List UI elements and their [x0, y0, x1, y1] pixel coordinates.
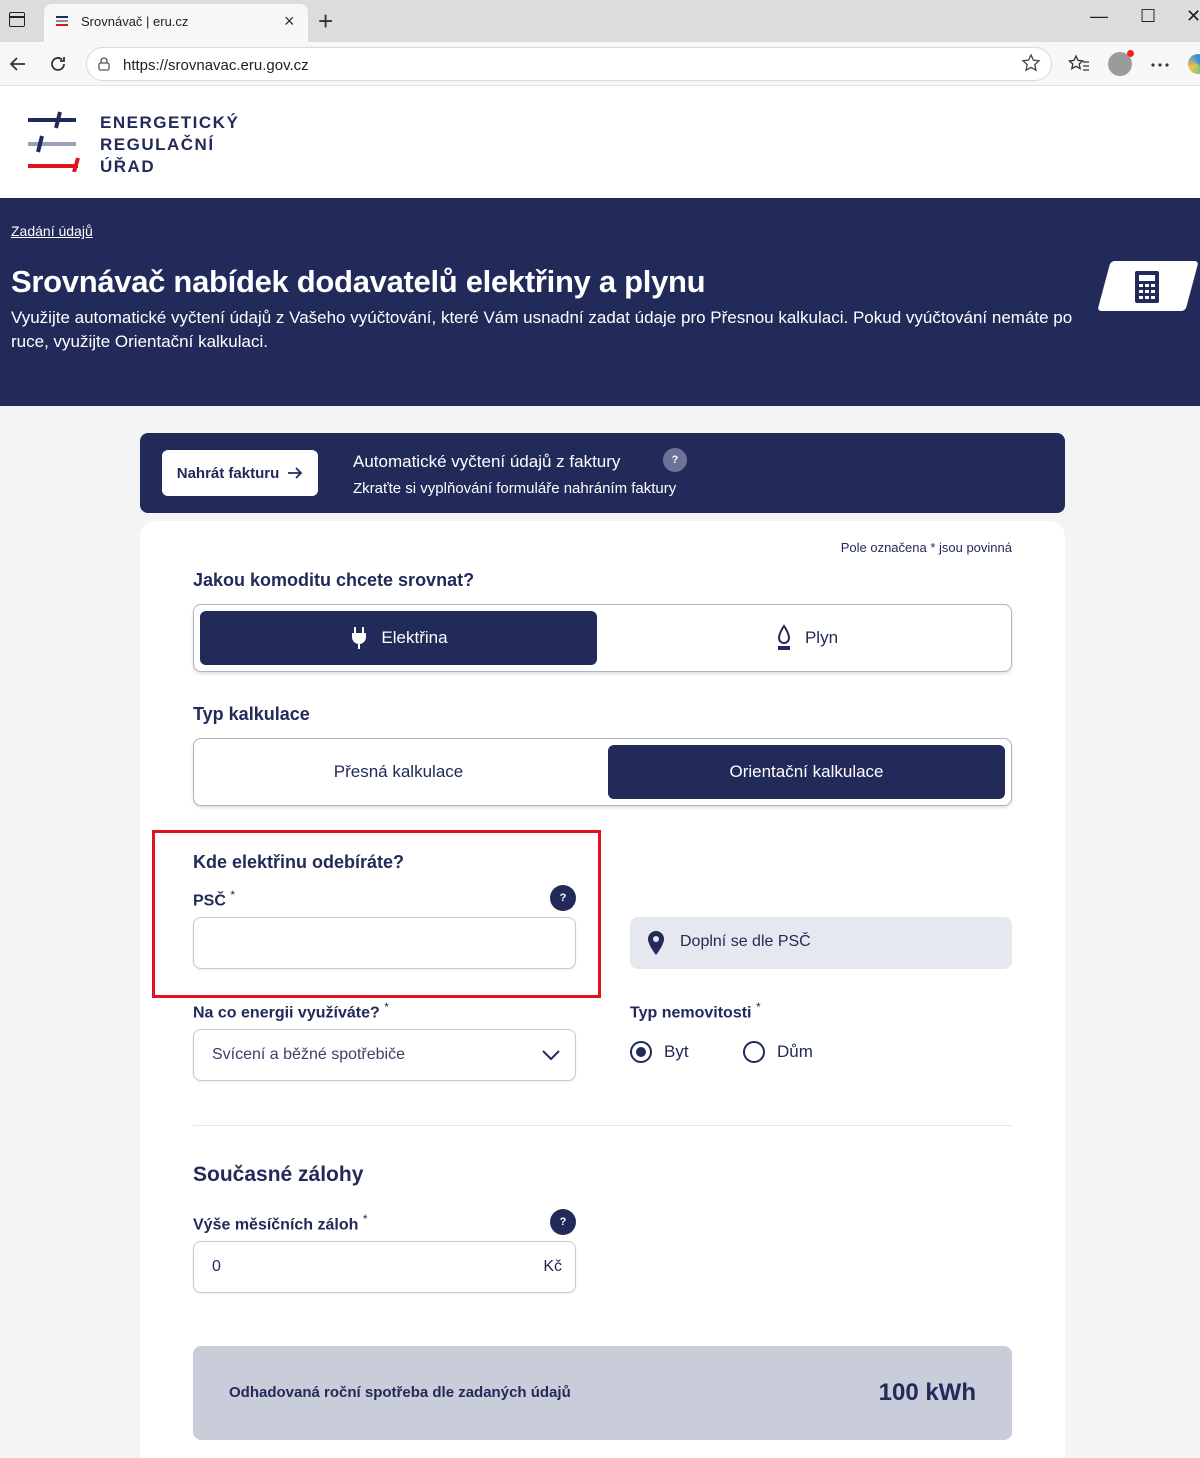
- url-field[interactable]: https://srovnavac.eru.gov.cz: [86, 47, 1052, 81]
- psc-input[interactable]: [193, 917, 576, 969]
- calculator-icon: [1135, 271, 1159, 303]
- psc-label-text: PSČ: [193, 892, 226, 910]
- usage-select[interactable]: Svícení a běžné spotřebiče: [193, 1029, 576, 1081]
- upload-invoice-button[interactable]: Nahrát fakturu: [162, 450, 318, 496]
- location-pin-icon: [648, 931, 664, 955]
- radio-unselected-icon[interactable]: [743, 1041, 765, 1063]
- property-radio-dum[interactable]: Dům: [743, 1041, 813, 1063]
- currency-unit: Kč: [543, 1258, 562, 1275]
- plug-icon: [352, 627, 367, 649]
- address-autofill-field: Doplní se dle PSČ: [630, 917, 1012, 969]
- commodity-option-elektrina[interactable]: Elektřina: [200, 611, 597, 665]
- usage-label: Na co energii využíváte? *: [193, 1000, 389, 1022]
- deposits-value: 0: [212, 1258, 221, 1275]
- site-favicon-icon: [56, 16, 68, 26]
- commodity-selector: Elektřina Plyn: [193, 604, 1012, 672]
- hero-banner: Zadání údajů Srovnávač nabídek dodavatel…: [0, 198, 1200, 406]
- tab-close-icon[interactable]: ×: [284, 11, 295, 32]
- browser-tab[interactable]: Srovnávač | eru.cz ×: [44, 4, 308, 42]
- property-type-label: Typ nemovitosti *: [630, 1000, 761, 1022]
- back-icon[interactable]: [8, 54, 28, 74]
- section-divider: [193, 1125, 1012, 1126]
- deposits-input[interactable]: 0 Kč: [193, 1241, 576, 1293]
- tab-title: Srovnávač | eru.cz: [81, 14, 189, 29]
- logo-line: REGULAČNÍ: [100, 135, 215, 154]
- url-text: https://srovnavac.eru.gov.cz: [123, 57, 309, 74]
- property-radio-byt[interactable]: Byt: [630, 1041, 689, 1063]
- upload-title: Automatické vyčtení údajů z faktury: [353, 452, 621, 471]
- property-type-label-text: Typ nemovitosti: [630, 1004, 752, 1022]
- flame-icon: [777, 624, 790, 650]
- upload-subtitle: Zkraťte si vyplňování formuláře nahráním…: [353, 480, 677, 497]
- calc-type-selector: Přesná kalkulace Orientační kalkulace: [193, 738, 1012, 806]
- required-mark: *: [384, 1000, 389, 1014]
- reload-icon[interactable]: [48, 54, 68, 74]
- usage-selected-value: Svícení a běžné spotřebiče: [212, 1046, 406, 1063]
- commodity-option-plyn[interactable]: Plyn: [608, 611, 1005, 665]
- summary-value: 100 kWh: [878, 1379, 976, 1406]
- logo-text[interactable]: ENERGETICKÝ REGULAČNÍ ÚŘAD: [100, 112, 239, 178]
- more-icon[interactable]: [1150, 62, 1170, 68]
- required-fields-note: Pole označena * jsou povinná: [840, 540, 1012, 555]
- required-mark: *: [230, 888, 236, 902]
- arrow-right-icon: [288, 467, 303, 479]
- calc-type-option-orientacni[interactable]: Orientační kalkulace: [608, 745, 1005, 799]
- psc-help-icon[interactable]: ?: [550, 885, 576, 911]
- commodity-option-label: Elektřina: [381, 628, 448, 647]
- deposits-section-title: Současné zálohy: [193, 1163, 364, 1186]
- browser-tab-bar: Srovnávač | eru.cz × + — ☐ ✕: [0, 0, 1200, 42]
- calc-type-option-label: Orientační kalkulace: [729, 762, 884, 781]
- edge-copilot-icon[interactable]: [1188, 54, 1200, 74]
- lock-icon[interactable]: [98, 57, 110, 71]
- commodity-option-label: Plyn: [804, 628, 839, 647]
- summary-label: Odhadovaná roční spotřeba dle zadaných ú…: [229, 1384, 571, 1401]
- consumption-summary: Odhadovaná roční spotřeba dle zadaných ú…: [193, 1346, 1012, 1440]
- deposits-label: Výše měsíčních záloh *: [193, 1212, 368, 1234]
- location-question: Kde elektřinu odebíráte?: [193, 852, 405, 872]
- psc-label: PSČ *: [193, 888, 235, 910]
- minimize-button[interactable]: —: [1090, 6, 1108, 27]
- breadcrumb-link[interactable]: Zadání údajů: [11, 223, 93, 239]
- logo-line: ENERGETICKÝ: [100, 113, 240, 132]
- radio-label: Dům: [777, 1042, 813, 1061]
- new-tab-button[interactable]: +: [318, 6, 333, 37]
- calc-type-question: Typ kalkulace: [193, 704, 310, 724]
- radio-selected-icon[interactable]: [630, 1041, 652, 1063]
- address-bar: https://srovnavac.eru.gov.cz: [0, 42, 1200, 86]
- site-header: ENERGETICKÝ REGULAČNÍ ÚŘAD: [0, 86, 1200, 198]
- eru-logo-icon[interactable]: [26, 110, 82, 172]
- required-mark: *: [362, 1212, 368, 1226]
- required-mark: *: [755, 1000, 761, 1014]
- deposits-help-icon[interactable]: ?: [550, 1209, 576, 1235]
- page-description: Využijte automatické vyčtení údajů z Vaš…: [11, 308, 1073, 351]
- page-title: Srovnávač nabídek dodavatelů elektřiny a…: [11, 264, 706, 299]
- autofill-text: Doplní se dle PSČ: [680, 933, 811, 950]
- usage-label-text: Na co energii využíváte?: [193, 1004, 380, 1022]
- star-icon[interactable]: [1021, 53, 1041, 73]
- profile-icon[interactable]: [1108, 50, 1134, 76]
- upload-invoice-label: Nahrát fakturu: [176, 464, 280, 482]
- close-window-button[interactable]: ✕: [1186, 6, 1200, 27]
- radio-label: Byt: [664, 1042, 689, 1061]
- chevron-down-icon: [542, 1050, 560, 1061]
- logo-line: ÚŘAD: [100, 157, 156, 176]
- invoice-upload-banner: Nahrát fakturu Automatické vyčtení údajů…: [140, 433, 1065, 513]
- maximize-button[interactable]: ☐: [1140, 6, 1156, 27]
- deposits-label-text: Výše měsíčních záloh: [193, 1216, 359, 1234]
- favorites-icon[interactable]: [1068, 54, 1090, 74]
- window-menu-icon[interactable]: [9, 12, 25, 27]
- commodity-question: Jakou komoditu chcete srovnat?: [193, 570, 475, 590]
- calc-type-option-presna[interactable]: Přesná kalkulace: [200, 745, 597, 799]
- calc-type-option-label: Přesná kalkulace: [333, 762, 464, 781]
- upload-help-icon[interactable]: ?: [663, 448, 687, 472]
